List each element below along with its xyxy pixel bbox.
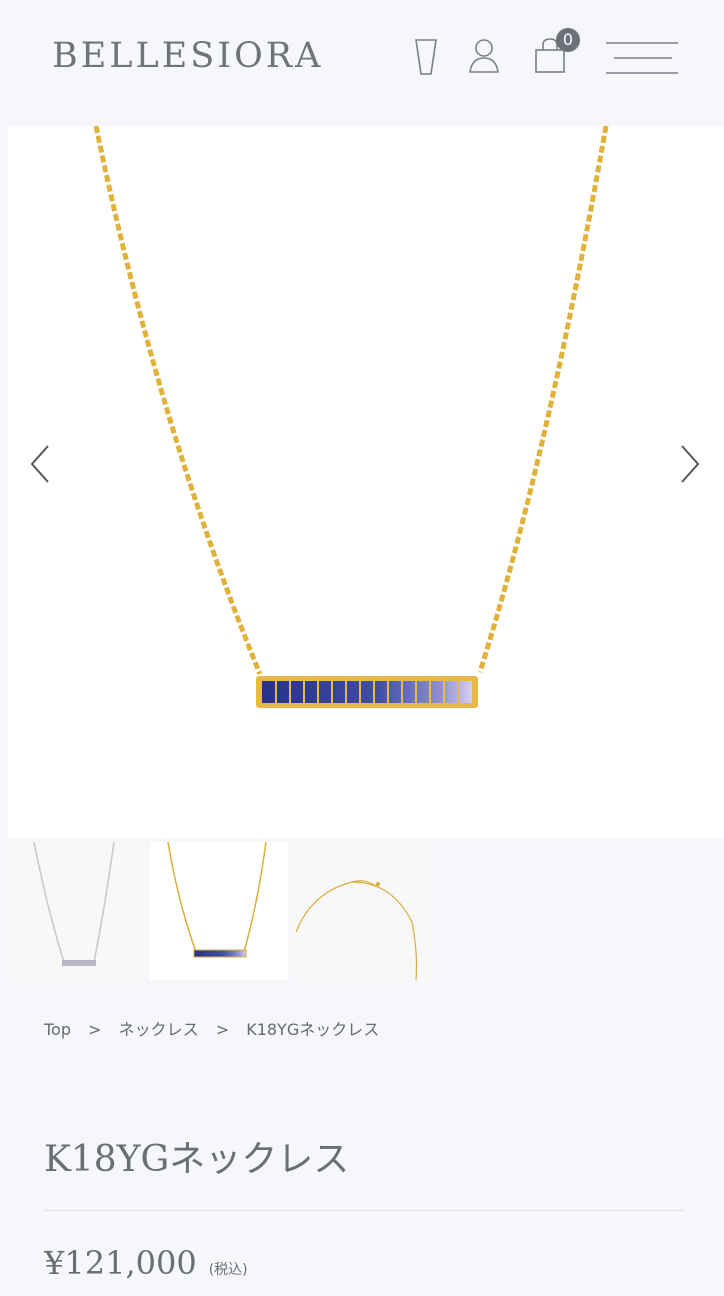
divider bbox=[44, 1210, 684, 1211]
thumbnail-gold-necklace[interactable] bbox=[150, 842, 288, 980]
site-header: BELLESIORA 0 bbox=[8, 8, 718, 126]
thumbnail-silver-necklace[interactable] bbox=[8, 842, 146, 980]
necklace-image bbox=[93, 126, 609, 708]
breadcrumb-separator: > bbox=[88, 1020, 102, 1039]
menu-icon[interactable] bbox=[606, 40, 678, 76]
glass-icon[interactable] bbox=[414, 38, 438, 80]
breadcrumb-current: K18YGネックレス bbox=[246, 1020, 380, 1039]
thumbnail-chain-detail[interactable] bbox=[292, 842, 430, 980]
chevron-left-icon[interactable] bbox=[28, 442, 58, 486]
breadcrumb-top[interactable]: Top bbox=[44, 1020, 71, 1039]
user-icon[interactable] bbox=[468, 38, 500, 78]
cart-count-badge: 0 bbox=[556, 28, 580, 52]
breadcrumb: Top > ネックレス > K18YGネックレス bbox=[44, 1016, 379, 1040]
product-title: K18YGネックレス bbox=[44, 1139, 350, 1180]
tax-note: (税込) bbox=[208, 1262, 248, 1278]
brand-logo[interactable]: BELLESIORA bbox=[52, 36, 323, 76]
product-main-image[interactable] bbox=[8, 126, 724, 838]
chevron-right-icon[interactable] bbox=[674, 442, 704, 486]
breadcrumb-necklace[interactable]: ネックレス bbox=[119, 1016, 199, 1040]
product-price: ¥121,000 bbox=[44, 1244, 197, 1282]
product-price-block: ¥121,000 (税込) bbox=[44, 1244, 248, 1282]
thumbnail-strip bbox=[8, 838, 724, 988]
breadcrumb-separator: > bbox=[215, 1020, 230, 1039]
